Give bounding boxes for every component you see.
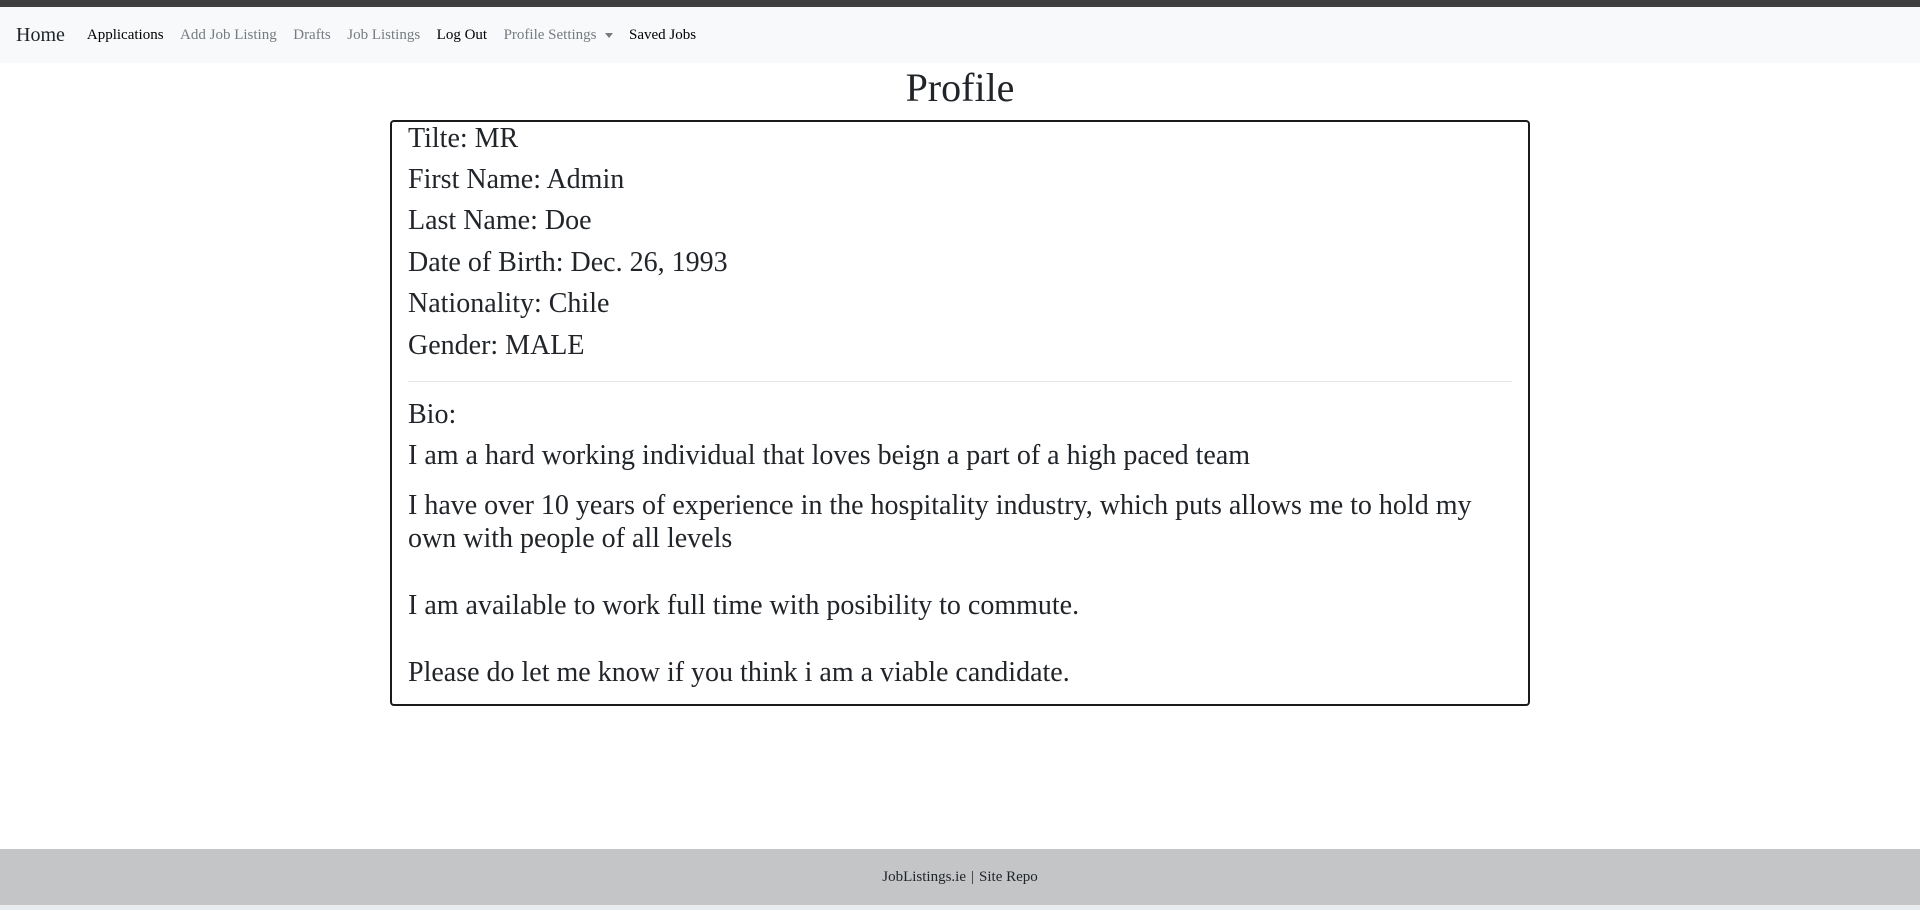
- browser-top-strip: [0, 0, 1920, 7]
- nav-item: Applications: [87, 27, 180, 44]
- caret-down-icon: [604, 32, 613, 38]
- nav-list: Applications Add Job Listing Drafts Job …: [87, 27, 713, 44]
- bio-label: Bio:: [408, 399, 457, 430]
- profile-title-field: Tilte: MR: [408, 123, 519, 154]
- footer-site-link[interactable]: JobListings.ie: [882, 869, 966, 886]
- bio-paragraph: I am available to work full time with po…: [408, 590, 1080, 621]
- profile-nationality: Nationality: Chile: [408, 288, 610, 319]
- nav-dropdown-profile-settings[interactable]: Profile Settings: [504, 27, 613, 44]
- nav-link-add-job-listing[interactable]: Add Job Listing: [180, 27, 277, 44]
- nav-link-saved-jobs[interactable]: Saved Jobs: [629, 27, 696, 44]
- bio-paragraph: I am a hard working individual that love…: [408, 440, 1251, 471]
- footer-separator: |: [971, 868, 975, 885]
- nav-link-drafts[interactable]: Drafts: [293, 27, 331, 44]
- navbar: Home Applications Add Job Listing Drafts…: [0, 7, 1920, 63]
- nav-dropdown-label: Profile Settings: [503, 26, 597, 43]
- page-title: Profile: [905, 65, 1015, 110]
- bottom-strip: [0, 905, 1920, 910]
- nav-item: Job Listings: [347, 27, 436, 44]
- nav-item: Log Out: [437, 27, 504, 44]
- profile-last-name: Last Name: Doe: [408, 205, 592, 236]
- nav-link-log-out[interactable]: Log Out: [437, 27, 487, 44]
- bio-paragraph: I have over 10 years of experience in th…: [408, 490, 1472, 554]
- nav-item: Add Job Listing: [180, 27, 293, 44]
- nav-link-job-listings[interactable]: Job Listings: [347, 27, 420, 44]
- profile-divider: [408, 381, 1512, 382]
- profile-first-name: First Name: Admin: [408, 164, 625, 195]
- profile-gender: Gender: MALE: [408, 330, 585, 361]
- profile-date-of-birth: Date of Birth: Dec. 26, 1993: [408, 247, 728, 278]
- nav-item: Saved Jobs: [629, 27, 713, 44]
- profile-card: Tilte: MR First Name: Admin Last Name: D…: [390, 120, 1530, 706]
- bio-paragraph: Please do let me know if you think i am …: [408, 657, 1070, 688]
- footer: JobListings.ie | Site Repo: [0, 849, 1920, 905]
- nav-item: Profile Settings: [504, 27, 629, 44]
- nav-brand-home[interactable]: Home: [16, 24, 65, 47]
- nav-item: Drafts: [293, 27, 347, 44]
- nav-link-applications[interactable]: Applications: [87, 27, 164, 44]
- footer-repo-link[interactable]: Site Repo: [979, 869, 1038, 886]
